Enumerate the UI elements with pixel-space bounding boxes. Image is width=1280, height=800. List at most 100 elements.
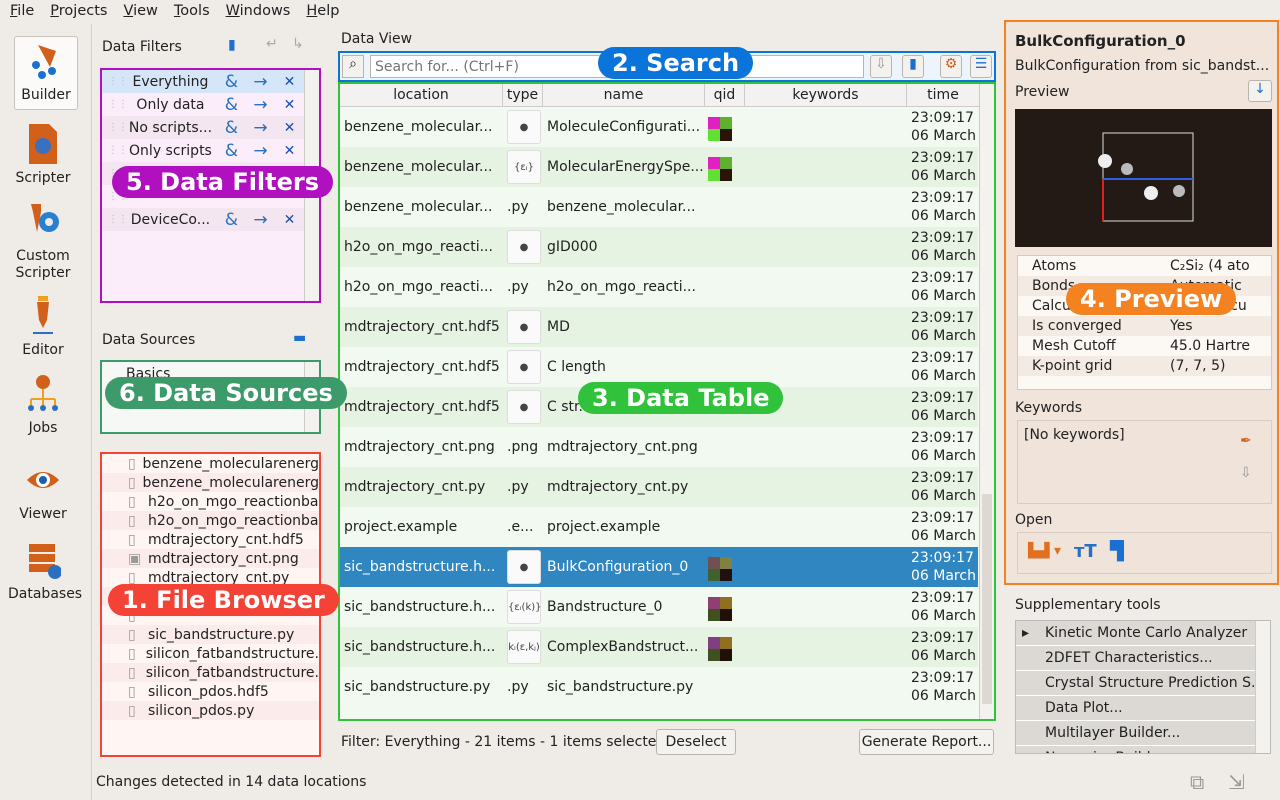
undo-icon[interactable]: ↵ bbox=[266, 36, 278, 52]
search-icon[interactable]: ⌕ bbox=[342, 55, 364, 78]
expand-arrow-icon[interactable]: ▸ bbox=[1022, 621, 1045, 645]
file-item[interactable]: ▣ mdtrajectory_cnt.png bbox=[102, 549, 319, 568]
table-row[interactable]: project.example .e... project.example 23:09… bbox=[340, 507, 978, 547]
file-item[interactable]: ▯ sic_bandstructure.py bbox=[102, 625, 319, 644]
keywords-box[interactable]: [No keywords] ✒ ⇩ bbox=[1017, 420, 1272, 504]
menu-view[interactable]: View bbox=[123, 0, 157, 22]
apply-filter-icon[interactable]: → bbox=[246, 118, 275, 138]
column-header-type[interactable]: type bbox=[503, 84, 543, 106]
sidebar-viewer[interactable]: Viewer bbox=[8, 460, 78, 522]
and-filter-icon[interactable]: & bbox=[217, 118, 246, 138]
edit-keywords-icon[interactable]: ✒ bbox=[1240, 433, 1252, 449]
table-row[interactable]: mdtrajectory_cnt.py .py mdtrajectory_cnt.p… bbox=[340, 467, 978, 507]
undock-icon[interactable]: ⧉ bbox=[1190, 770, 1204, 794]
apply-filter-icon[interactable]: → bbox=[246, 141, 275, 161]
table-row[interactable]: mdtrajectory_cnt.hdf5 ● MD 23:09:17 06 March bbox=[340, 307, 978, 347]
qid-cell bbox=[708, 649, 720, 661]
sidebar-editor[interactable]: Editor bbox=[8, 296, 78, 358]
download-arrow-icon[interactable]: ↓ bbox=[1248, 80, 1272, 102]
sidebar-jobs[interactable]: Jobs bbox=[8, 374, 78, 436]
time-value: 23:09:17 bbox=[911, 670, 974, 686]
sidebar-databases[interactable]: Databases bbox=[8, 540, 82, 602]
new-file-icon[interactable]: ▮ bbox=[902, 55, 924, 78]
filter-item[interactable]: ⋮⋮ No scripts... & → ✕ bbox=[102, 116, 304, 139]
table-row[interactable]: benzene_molecular... .py benzene_molecular… bbox=[340, 187, 978, 227]
table-scrollbar[interactable] bbox=[979, 84, 994, 719]
sidebar-scripter[interactable]: Scripter bbox=[8, 124, 78, 186]
cell-name: BulkConfiguration_0 bbox=[547, 559, 689, 575]
sidebar-builder[interactable]: Builder bbox=[14, 36, 78, 110]
supp-scrollbar[interactable] bbox=[1255, 621, 1270, 753]
and-filter-icon[interactable]: & bbox=[217, 72, 246, 92]
supplementary-tool-item[interactable]: Nanowire Builder... bbox=[1016, 746, 1256, 753]
table-row[interactable]: mdtrajectory_cnt.hdf5 ● C length 23:09:17 06… bbox=[340, 347, 978, 387]
file-item[interactable]: ▯ silicon_pdos.hdf5 bbox=[102, 682, 319, 701]
column-header-qid[interactable]: qid bbox=[705, 84, 745, 106]
menu-file[interactable]: File bbox=[10, 0, 34, 22]
structure-preview-image[interactable] bbox=[1015, 109, 1272, 247]
column-header-location[interactable]: location bbox=[340, 84, 503, 106]
filter-item[interactable]: ⋮⋮ Only scripts & → ✕ bbox=[102, 139, 304, 162]
menu-help[interactable]: Help bbox=[306, 0, 339, 22]
text-editor-icon[interactable]: тT bbox=[1074, 541, 1097, 562]
table-row[interactable]: benzene_molecular... ● MoleculeConfigurati… bbox=[340, 107, 978, 147]
molecule-icon: ● bbox=[507, 110, 541, 144]
table-row[interactable]: h2o_on_mgo_reacti... .py h2o_on_mgo_reacti… bbox=[340, 267, 978, 307]
column-header-keywords[interactable]: keywords bbox=[745, 84, 907, 106]
supplementary-tool-item[interactable]: Crystal Structure Prediction S.. bbox=[1016, 671, 1256, 696]
resize-icon[interactable]: ⇲ bbox=[1228, 770, 1245, 794]
file-item[interactable]: ▯ silicon_fatbandstructure. bbox=[102, 663, 319, 682]
supplementary-tool-item[interactable]: 2DFET Characteristics... bbox=[1016, 646, 1256, 671]
apply-filter-icon[interactable]: → bbox=[246, 210, 275, 230]
generate-report-button[interactable]: Generate Report... bbox=[859, 729, 994, 755]
remove-filter-icon[interactable]: ✕ bbox=[275, 143, 304, 159]
deselect-button[interactable]: Deselect bbox=[656, 729, 736, 755]
file-item[interactable]: ▯ mdtrajectory_cnt.hdf5 bbox=[102, 530, 319, 549]
and-filter-icon[interactable]: & bbox=[217, 95, 246, 115]
plot-viewer-icon[interactable]: ▙▟ ▾ bbox=[1028, 543, 1061, 559]
supplementary-tool-item[interactable]: Data Plot... bbox=[1016, 696, 1256, 721]
export-icon[interactable]: ⇩ bbox=[870, 55, 892, 78]
file-item[interactable]: ▯ benzene_molecularenerg bbox=[102, 473, 319, 492]
supplementary-tool-item[interactable]: Multilayer Builder... bbox=[1016, 721, 1256, 746]
settings-gear-icon[interactable]: ⚙ bbox=[940, 55, 962, 78]
columns-settings-icon[interactable]: ☰ bbox=[970, 55, 992, 78]
bandstructure-viewer-icon[interactable]: ▜ bbox=[1110, 541, 1124, 562]
remove-filter-icon[interactable]: ✕ bbox=[275, 212, 304, 228]
menu-tools[interactable]: Tools bbox=[174, 0, 210, 22]
table-row[interactable]: h2o_on_mgo_reacti... ● gID000 23:09:17 06 Ma… bbox=[340, 227, 978, 267]
file-item[interactable]: ▯ silicon_fatbandstructure. bbox=[102, 644, 319, 663]
file-item[interactable]: ▯ h2o_on_mgo_reactionba bbox=[102, 511, 319, 530]
remove-filter-icon[interactable]: ✕ bbox=[275, 120, 304, 136]
table-row[interactable]: sic_bandstructure.h... kᵢ(ε,kⱼ) ComplexBan… bbox=[340, 627, 978, 667]
menu-bar: File Projects View Tools Windows Help bbox=[0, 0, 1280, 22]
file-item[interactable]: ▯ h2o_on_mgo_reactionba bbox=[102, 492, 319, 511]
remove-filter-icon[interactable]: ✕ bbox=[275, 97, 304, 113]
filter-item[interactable]: ⋮⋮ DeviceCo... & → ✕ bbox=[102, 208, 304, 231]
apply-filter-icon[interactable]: → bbox=[246, 72, 275, 92]
table-row[interactable]: sic_bandstructure.py .py sic_bandstructure… bbox=[340, 667, 978, 707]
column-header-time[interactable]: time bbox=[907, 84, 980, 106]
filter-item[interactable]: ⋮⋮ Only data & → ✕ bbox=[102, 93, 304, 116]
redo-icon[interactable]: ↳ bbox=[292, 36, 304, 52]
new-filter-icon[interactable]: ▮ bbox=[228, 37, 236, 53]
column-header-name[interactable]: name bbox=[543, 84, 705, 106]
table-row[interactable]: sic_bandstructure.h... {εᵢ(k)} Bandstructu… bbox=[340, 587, 978, 627]
add-source-icon[interactable]: ▬ bbox=[293, 330, 306, 346]
import-keywords-icon[interactable]: ⇩ bbox=[1240, 465, 1252, 481]
supplementary-tool-item[interactable]: ▸ Kinetic Monte Carlo Analyzer bbox=[1016, 621, 1256, 646]
structure-render bbox=[1098, 132, 1194, 222]
filter-item[interactable]: ⋮⋮ Everything & → ✕ bbox=[102, 70, 304, 93]
table-row[interactable]: sic_bandstructure.h... ● BulkConfiguration… bbox=[340, 547, 978, 587]
menu-windows[interactable]: Windows bbox=[226, 0, 291, 22]
table-row[interactable]: mdtrajectory_cnt.png .png mdtrajectory_cnt… bbox=[340, 427, 978, 467]
menu-projects[interactable]: Projects bbox=[50, 0, 107, 22]
apply-filter-icon[interactable]: → bbox=[246, 95, 275, 115]
and-filter-icon[interactable]: & bbox=[217, 210, 246, 230]
remove-filter-icon[interactable]: ✕ bbox=[275, 74, 304, 90]
table-row[interactable]: benzene_molecular... {εᵢ} MolecularEnergyS… bbox=[340, 147, 978, 187]
file-item[interactable]: ▯ benzene_molecularenerg bbox=[102, 454, 319, 473]
and-filter-icon[interactable]: & bbox=[217, 141, 246, 161]
sidebar-custom-scripter[interactable]: Custom Scripter bbox=[8, 202, 78, 282]
file-item[interactable]: ▯ silicon_pdos.py bbox=[102, 701, 319, 720]
